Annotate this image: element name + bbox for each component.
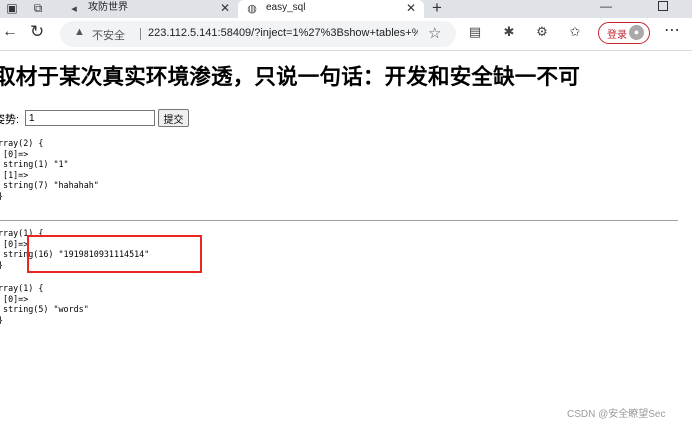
favorites-icon[interactable]: ✩ — [566, 24, 584, 40]
login-label: 登录 — [607, 30, 627, 41]
tab-strip: ▣ ⧉ ◂ 攻防世界 ✕ ◍ easy_sql ✕ + — — [0, 0, 692, 18]
tab-title: 攻防世界 — [88, 2, 128, 13]
profile-icon[interactable]: ▣ — [4, 1, 20, 15]
extensions-puzzle-icon[interactable]: ⚙ — [533, 24, 551, 40]
warning-icon[interactable]: ▲ — [74, 26, 85, 38]
close-icon[interactable]: ✕ — [220, 0, 230, 16]
url-text[interactable]: 223.112.5.141:58409/?inject=1%27%3Bshow+… — [148, 27, 418, 39]
page-title: 取材于某次真实环境渗透，只说一句话：开发和安全缺一不可 — [0, 65, 580, 89]
result-divider — [0, 220, 678, 221]
maximize-icon[interactable] — [658, 1, 668, 11]
inject-label: 姿势: — [0, 114, 20, 126]
submit-button[interactable]: 提交 — [158, 109, 189, 127]
tab-gongfang[interactable]: ◂ 攻防世界 ✕ — [60, 0, 238, 18]
security-label[interactable]: 不安全 — [92, 27, 125, 43]
query-result-1: rray(2) { [0]=> string(1) "1" [1]=> stri… — [0, 138, 99, 201]
inject-input[interactable] — [25, 110, 155, 126]
page-icon: ◂ — [71, 3, 77, 15]
tab-easy-sql[interactable]: ◍ easy_sql ✕ — [238, 0, 424, 18]
new-tab-icon[interactable]: + — [432, 0, 442, 18]
close-icon[interactable]: ✕ — [406, 0, 416, 16]
back-arrow-icon[interactable]: ← — [2, 23, 18, 41]
browser-toolbar: ← ↻ ▲ 不安全 223.112.5.141:58409/?inject=1%… — [0, 18, 692, 51]
watermark: CSDN @安全瞭望Sec — [567, 409, 666, 420]
reload-icon[interactable]: ↻ — [30, 22, 44, 42]
more-menu-icon[interactable]: ⋯ — [664, 20, 680, 40]
query-result-3: rray(1) { [0]=> string(5) "words" } — [0, 283, 89, 325]
globe-icon: ◍ — [247, 3, 257, 15]
login-button[interactable]: 登录 ● — [598, 22, 650, 44]
tab-actions-icon[interactable]: ⧉ — [30, 1, 46, 15]
extension-badge-icon[interactable]: ✱ — [500, 24, 518, 40]
url-divider — [140, 28, 141, 40]
highlight-box — [27, 235, 202, 273]
extension-icon[interactable]: ▤ — [466, 24, 484, 40]
favorite-star-icon[interactable]: ☆ — [428, 24, 441, 42]
tab-title: easy_sql — [266, 2, 306, 13]
minimize-icon[interactable]: — — [600, 0, 612, 13]
avatar-icon: ● — [629, 25, 644, 40]
address-bar[interactable]: ▲ 不安全 223.112.5.141:58409/?inject=1%27%3… — [60, 21, 456, 47]
